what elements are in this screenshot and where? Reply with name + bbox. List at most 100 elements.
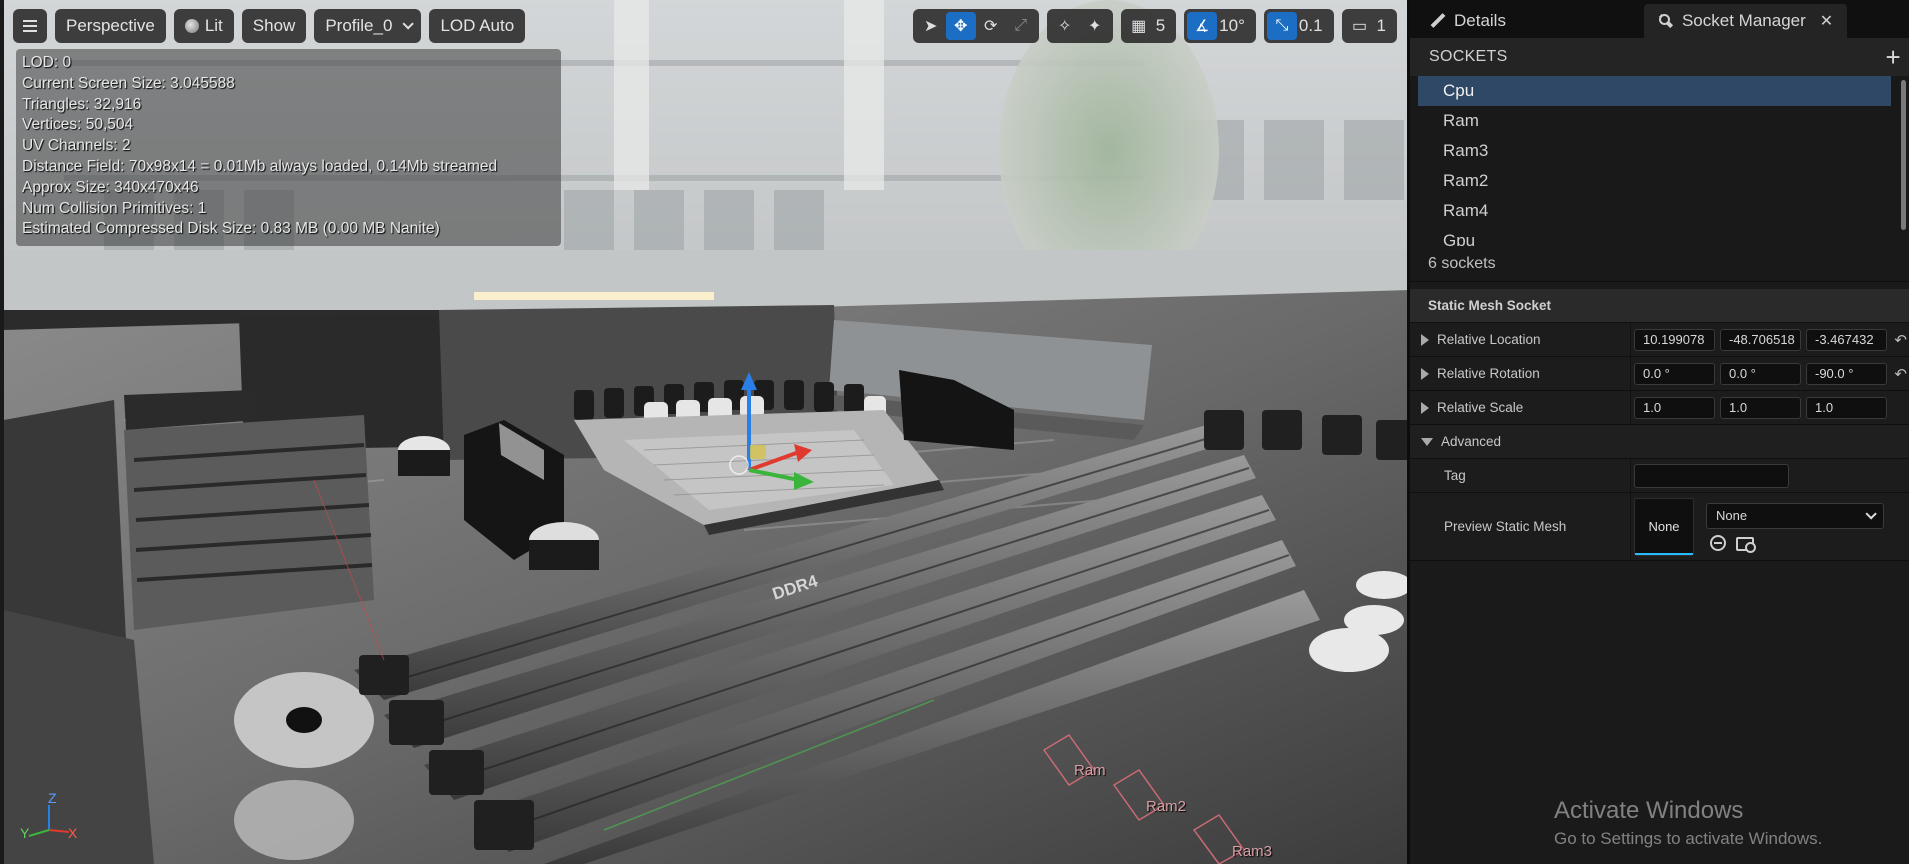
- stat-line: Triangles: 32,916: [22, 95, 142, 113]
- location-z-field[interactable]: -3.467432: [1806, 328, 1887, 351]
- stat-line: Current Screen Size: 3.045588: [22, 74, 235, 92]
- scale-tool-icon[interactable]: ⤢: [1006, 12, 1036, 40]
- relative-scale-label: Relative Scale: [1437, 400, 1524, 415]
- surface-snap-icon[interactable]: ✦: [1080, 12, 1110, 40]
- rotation-y-field[interactable]: 0.0 °: [1720, 362, 1801, 385]
- rotation-x-field[interactable]: 0.0 °: [1634, 362, 1715, 385]
- grid-snap-value: 5: [1155, 16, 1166, 35]
- stat-line: UV Channels: 2: [22, 137, 131, 155]
- expand-arrow-icon[interactable]: [1421, 333, 1429, 346]
- relative-rotation-label: Relative Rotation: [1437, 366, 1540, 381]
- axis-z-label: Z: [48, 790, 57, 806]
- watermark-title: Activate Windows: [1554, 797, 1744, 824]
- camera-speed-group[interactable]: ▭ 1: [1341, 9, 1397, 43]
- profile-dropdown[interactable]: Profile_0: [314, 9, 422, 43]
- scrollbar-thumb[interactable]: [1901, 80, 1906, 230]
- browse-asset-icon[interactable]: [1736, 536, 1756, 553]
- chevron-down-icon: [402, 18, 415, 30]
- mesh-stats-overlay: LOD: 0 Current Screen Size: 3.045588 Tri…: [16, 49, 561, 246]
- scale-snap-value: 0.1: [1298, 16, 1323, 35]
- scale-snap-group[interactable]: ⤡ 0.1: [1263, 9, 1334, 43]
- location-x-field[interactable]: 10.199078: [1634, 328, 1715, 351]
- lit-button[interactable]: Lit: [173, 9, 234, 43]
- chevron-down-icon: [1865, 507, 1877, 520]
- scale-x-field[interactable]: 1.0: [1634, 396, 1715, 419]
- combo-value: None: [1716, 508, 1748, 523]
- socket-count: 6 sockets: [1410, 246, 1909, 282]
- category-static-mesh-socket[interactable]: Static Mesh Socket: [1410, 289, 1909, 323]
- socket-list-item[interactable]: Ram: [1410, 106, 1909, 136]
- use-selected-asset-icon[interactable]: [1710, 534, 1726, 551]
- scale-y-field[interactable]: 1.0: [1720, 396, 1801, 419]
- relative-rotation-row: Relative Rotation 0.0 ° 0.0 ° -90.0 ° ↶: [1410, 357, 1909, 391]
- viewport-menu-button[interactable]: [13, 9, 47, 43]
- rotate-tool-icon[interactable]: ⟳: [976, 12, 1006, 40]
- socket-list[interactable]: Cpu Ram Ram3 Ram2 Ram4 Gpu: [1410, 76, 1909, 246]
- reset-arrow-icon[interactable]: ↶: [1894, 365, 1907, 383]
- viewport-toolbar: Perspective Lit Show Profile_0 LOD Auto …: [13, 9, 1397, 43]
- preview-mesh-combo[interactable]: None: [1706, 502, 1884, 529]
- perspective-button[interactable]: Perspective: [55, 9, 166, 43]
- close-tab-icon[interactable]: ✕: [1820, 11, 1833, 31]
- angle-snap-icon: ∡: [1187, 12, 1218, 40]
- socket-list-item[interactable]: Cpu: [1418, 76, 1891, 106]
- socket-list-scrollbar[interactable]: [1900, 76, 1908, 246]
- relative-location-row: Relative Location 10.199078 -48.706518 -…: [1410, 323, 1909, 357]
- move-tool-icon[interactable]: ✥: [945, 12, 976, 40]
- preview-mesh-thumbnail[interactable]: None: [1634, 497, 1694, 556]
- world-space-icon[interactable]: ✧: [1050, 12, 1080, 40]
- scale-z-field[interactable]: 1.0: [1806, 396, 1887, 419]
- camera-icon: ▭: [1351, 18, 1368, 35]
- relative-scale-row: Relative Scale 1.0 1.0 1.0: [1410, 391, 1909, 425]
- rotation-z-field[interactable]: -90.0 °: [1806, 362, 1887, 385]
- socket-list-item[interactable]: Gpu: [1410, 226, 1909, 246]
- relative-location-label: Relative Location: [1437, 332, 1541, 347]
- thumbnail-label: None: [1648, 519, 1680, 534]
- socket-list-item[interactable]: Ram3: [1410, 136, 1909, 166]
- rotation-snap-group[interactable]: ∡ 10°: [1184, 9, 1256, 43]
- tab-details[interactable]: Details: [1416, 4, 1520, 38]
- space-tools-group: ✧ ✦: [1046, 9, 1113, 43]
- collapse-arrow-icon[interactable]: [1421, 437, 1433, 446]
- socket-list-item[interactable]: Ram2: [1410, 166, 1909, 196]
- activate-windows-watermark: Activate Windows Go to Settings to activ…: [1554, 797, 1822, 849]
- preview-static-mesh-label: Preview Static Mesh: [1444, 519, 1567, 534]
- advanced-label: Advanced: [1441, 434, 1502, 449]
- panel-tab-bar: Details Socket Manager ✕: [1410, 0, 1909, 38]
- lod-button[interactable]: LOD Auto: [429, 9, 526, 43]
- socket-label-ram: Ram: [1074, 762, 1106, 779]
- lod-label: LOD Auto: [440, 16, 515, 35]
- expand-arrow-icon[interactable]: [1421, 401, 1429, 414]
- tag-label: Tag: [1444, 468, 1466, 483]
- transform-tools-group: ➤ ✥ ⟳ ⤢: [912, 9, 1039, 43]
- details-panel: Details Socket Manager ✕ SOCKETS + Cpu R…: [1407, 0, 1909, 864]
- sockets-title: SOCKETS: [1429, 48, 1508, 65]
- pencil-icon: [1430, 13, 1446, 29]
- advanced-row[interactable]: Advanced: [1410, 425, 1909, 459]
- socket-list-item[interactable]: Ram4: [1410, 196, 1909, 226]
- select-tool-icon[interactable]: ➤: [916, 12, 946, 40]
- reset-arrow-icon[interactable]: ↶: [1894, 331, 1907, 349]
- socket-label-ram2: Ram2: [1146, 798, 1187, 815]
- stat-line: Distance Field: 70x98x14 = 0.01Mb always…: [22, 157, 498, 175]
- tag-input[interactable]: [1634, 463, 1789, 488]
- add-socket-icon[interactable]: +: [1886, 44, 1901, 70]
- profile-label: Profile_0: [325, 16, 393, 35]
- tab-socket-manager[interactable]: Socket Manager ✕: [1643, 4, 1848, 38]
- viewport[interactable]: Z X Y DDR4 Ram Ram2 Ram3 Perspective Lit…: [0, 0, 1407, 864]
- axis-y-label: Y: [20, 825, 30, 841]
- preview-static-mesh-row: Preview Static Mesh None None: [1410, 493, 1909, 561]
- wrench-icon: [1658, 13, 1674, 29]
- watermark-subtitle: Go to Settings to activate Windows.: [1554, 829, 1823, 848]
- camera-speed-value: 1: [1376, 16, 1386, 35]
- stat-line: Approx Size: 340x470x46: [22, 178, 199, 196]
- location-y-field[interactable]: -48.706518: [1720, 328, 1801, 351]
- expand-arrow-icon[interactable]: [1421, 367, 1429, 380]
- tab-socket-manager-label: Socket Manager: [1681, 11, 1806, 30]
- sockets-header: SOCKETS +: [1410, 38, 1909, 76]
- grid-snap-group[interactable]: ▦ 5: [1120, 9, 1177, 43]
- stat-line: Num Collision Primitives: 1: [22, 199, 207, 217]
- socket-details: Static Mesh Socket Relative Location 10.…: [1410, 289, 1909, 561]
- show-button[interactable]: Show: [241, 9, 307, 43]
- hamburger-icon: [23, 20, 37, 32]
